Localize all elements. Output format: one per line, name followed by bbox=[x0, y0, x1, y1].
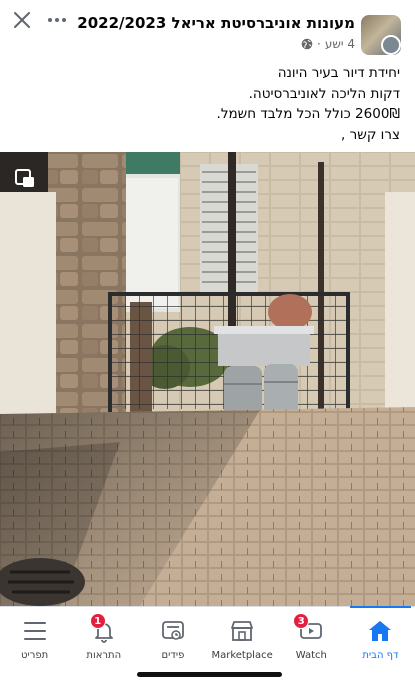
post-photo[interactable] bbox=[0, 152, 415, 606]
nav-item-feeds[interactable]: פידים bbox=[138, 607, 207, 670]
nav-item-notifications[interactable]: 1 התראות bbox=[69, 607, 138, 670]
nav-label: Watch bbox=[295, 650, 327, 661]
courtyard-photo bbox=[0, 152, 415, 606]
poster-avatar[interactable] bbox=[381, 35, 401, 55]
close-button[interactable] bbox=[8, 6, 36, 34]
nav-item-menu[interactable]: תפריט bbox=[0, 607, 69, 670]
close-icon bbox=[14, 12, 30, 28]
meta-separator: · bbox=[317, 37, 321, 51]
menu-icon bbox=[21, 617, 49, 645]
nav-label: תפריט bbox=[20, 650, 49, 661]
home-icon bbox=[366, 617, 394, 645]
more-dots-icon bbox=[48, 18, 66, 22]
post-line: 2600₪ כולל הכל מלבד חשמל. bbox=[216, 106, 400, 122]
nav-item-home[interactable]: דף הבית bbox=[346, 606, 415, 670]
nav-label: דף הבית bbox=[362, 650, 399, 661]
nav-label: Marketplace bbox=[211, 650, 273, 661]
post-body: יחידת דיור בעיר היונה דקות הליכה לאוניבר… bbox=[20, 63, 400, 145]
group-name[interactable]: מעונות אוניברסיטת אריאל 2022/2023 bbox=[65, 14, 355, 32]
group-avatar[interactable] bbox=[361, 15, 401, 55]
post-line: צרו קשר , bbox=[341, 126, 400, 143]
post-line: יחידת דיור בעיר היונה bbox=[277, 65, 400, 81]
expand-photo-button[interactable] bbox=[14, 167, 36, 189]
globe-icon bbox=[301, 38, 313, 50]
post-meta: 4 ישע · bbox=[301, 37, 355, 51]
nav-item-marketplace[interactable]: Marketplace bbox=[208, 607, 277, 670]
post-time[interactable]: 4 ישע bbox=[325, 37, 355, 51]
nav-item-watch[interactable]: 3 Watch bbox=[277, 607, 346, 670]
post-line: דקות הליכה לאוניברסיטה. bbox=[248, 85, 400, 102]
nav-label: התראות bbox=[86, 650, 122, 661]
bottom-navigation: תפריט 1 התראות פידים Marketplace 3 Watch… bbox=[0, 606, 415, 670]
notification-badge: 1 bbox=[89, 613, 106, 629]
marketplace-icon bbox=[228, 617, 256, 645]
nav-label: פידים bbox=[161, 650, 185, 661]
home-indicator-bar[interactable] bbox=[137, 672, 282, 677]
feeds-icon bbox=[159, 617, 187, 645]
picture-in-picture-icon bbox=[15, 169, 34, 187]
